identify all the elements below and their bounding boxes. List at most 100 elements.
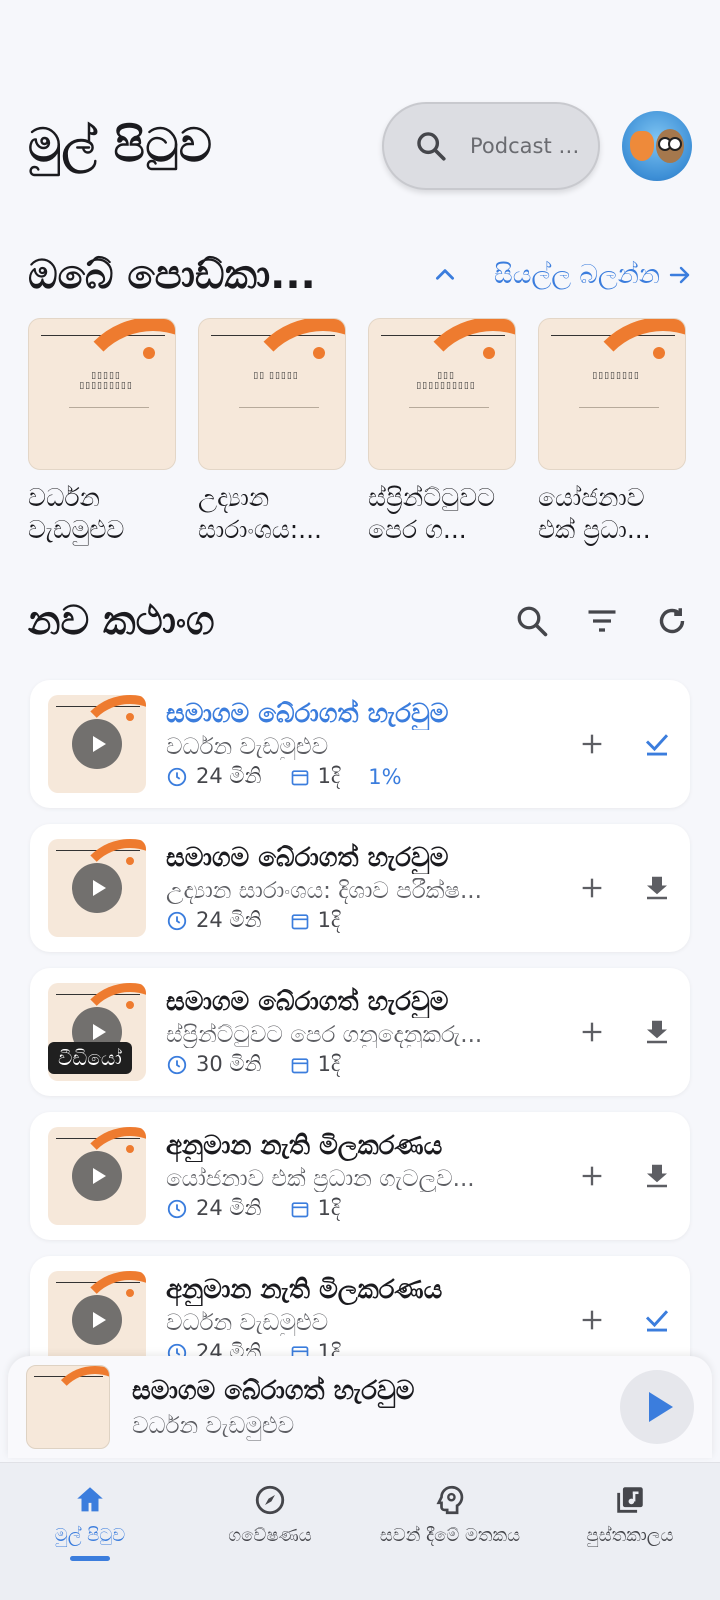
episode-podcast: යෝජනාව එක් ප්‍රධාන ගැටලුව... xyxy=(166,1166,475,1192)
mini-player[interactable]: සමාගම බේරාගත් හැරවුම වර්ධන වැඩමුළුව xyxy=(8,1356,712,1458)
podcast-cover: ▯▯ ▯▯▯▯▯ xyxy=(198,318,346,470)
downloaded-check-icon[interactable] xyxy=(642,1305,672,1335)
mini-player-podcast: වර්ධන වැඩමුළුව xyxy=(132,1412,295,1439)
play-icon[interactable] xyxy=(72,1151,122,1201)
episode-title: සමාගම බේරාගත් හැරවුම xyxy=(166,699,449,729)
see-all-label: සියල්ල බලන්න xyxy=(494,259,660,290)
mini-player-artwork xyxy=(26,1365,110,1449)
add-icon[interactable] xyxy=(578,730,606,758)
add-icon[interactable] xyxy=(578,1162,606,1190)
episode-duration: 24 මිනි xyxy=(196,908,262,932)
episode-row[interactable]: අනුමාන නැති මිලකරණය යෝජනාව එක් ප්‍රධාන ග… xyxy=(30,1112,690,1240)
podcast-card[interactable]: ▯▯▯ ▯▯▯▯▯▯▯▯▯▯ ස්ප්‍රින්ට්ටුවට පෙර ග... xyxy=(368,318,516,546)
nav-home[interactable]: මුල් පිටුව xyxy=(5,1483,175,1600)
podcast-shelf: ▯▯▯▯▯ ▯▯▯▯▯▯▯▯▯ වර්ධන වැඩමුළුව ▯▯ ▯▯▯▯▯ උ… xyxy=(28,318,720,546)
episode-date: 1දි xyxy=(317,1052,341,1076)
episode-title: අනුමාන නැති මිලකරණය xyxy=(166,1131,443,1161)
add-icon[interactable] xyxy=(578,1018,606,1046)
nav-listening-memory[interactable]: සවන් දීමේ මතකය xyxy=(365,1483,535,1600)
arrow-right-icon xyxy=(669,266,690,284)
top-header: මුල් පිටුව Podcast සොයන්න xyxy=(28,100,692,192)
your-podcasts-title: ඔබේ පොඩ්කා... xyxy=(28,252,316,298)
episode-podcast: උද්‍යාන සාරාංශය: දිශාව පරීක්ෂ... xyxy=(166,878,482,904)
episode-row[interactable]: සමාගම බේරාගත් හැරවුම වර්ධන වැඩමුළුව 24 ම… xyxy=(30,680,690,808)
new-episodes-header: නව කථාංග xyxy=(28,586,692,656)
podcast-card[interactable]: ▯▯ ▯▯▯▯▯ උද්‍යාන සාරාංශය:... xyxy=(198,318,346,546)
clock-icon xyxy=(167,767,187,786)
episode-podcast: ස්ප්‍රින්ට්ටුවට පෙර ගනුදෙනුකරු... xyxy=(166,1022,483,1048)
play-icon[interactable] xyxy=(72,1295,122,1345)
avatar[interactable] xyxy=(622,111,692,181)
see-all-link[interactable]: සියල්ල බලන්න xyxy=(494,260,692,291)
episode-title: සමාගම බේරාගත් හැරවුම xyxy=(166,987,449,1017)
new-episodes-title: නව කථාංග xyxy=(28,598,215,644)
podcast-name: වර්ධන වැඩමුළුව xyxy=(28,483,125,544)
episode-duration: 24 මිනි xyxy=(196,764,262,788)
filter-icon xyxy=(588,610,616,632)
episode-duration: 24 මිනි xyxy=(196,1196,262,1220)
episode-row[interactable]: වීඩියෝ සමාගම බේරාගත් හැරවුම ස්ප්‍රින්ට්ට… xyxy=(30,968,690,1096)
add-icon[interactable] xyxy=(578,1306,606,1334)
nav-library[interactable]: පුස්තකාලය xyxy=(545,1483,715,1600)
podcast-cover: ▯▯▯▯▯ ▯▯▯▯▯▯▯▯▯ xyxy=(28,318,176,470)
episode-thumbnail xyxy=(48,1127,146,1225)
video-badge: වීඩියෝ xyxy=(48,1042,132,1074)
memory-icon xyxy=(436,1485,464,1515)
add-icon[interactable] xyxy=(578,874,606,902)
episode-title: අනුමාන නැති මිලකරණය xyxy=(166,1275,443,1305)
play-icon[interactable] xyxy=(72,719,122,769)
nav-explore[interactable]: ගවේෂණය xyxy=(185,1483,355,1600)
calendar-icon xyxy=(291,1201,308,1217)
podcast-cover: ▯▯▯▯▯▯▯▯ xyxy=(538,318,686,470)
your-podcasts-header: ඔබේ පොඩ්කා... සියල්ල බලන්න xyxy=(28,245,692,305)
home-icon xyxy=(77,1487,103,1512)
calendar-icon xyxy=(291,769,308,785)
episode-thumbnail xyxy=(48,695,146,793)
podcast-name: යෝජනාව එක් ප්‍රධා... xyxy=(538,483,651,544)
chevron-up-icon[interactable] xyxy=(432,262,458,288)
podcast-cover: ▯▯▯ ▯▯▯▯▯▯▯▯▯▯ xyxy=(368,318,516,470)
episode-search-button[interactable] xyxy=(512,601,552,641)
play-icon[interactable] xyxy=(72,863,122,913)
nav-label: ගවේෂණය xyxy=(228,1525,312,1546)
search-placeholder: Podcast සොයන්න xyxy=(470,133,582,158)
nav-label: මුල් පිටුව xyxy=(54,1525,126,1546)
downloaded-check-icon[interactable] xyxy=(642,729,672,759)
clock-icon xyxy=(167,1055,187,1074)
search-icon xyxy=(417,132,446,161)
episode-row[interactable]: සමාගම බේරාගත් හැරවුම උද්‍යාන සාරාංශය: දි… xyxy=(30,824,690,952)
download-icon[interactable] xyxy=(642,873,672,903)
mini-player-title: සමාගම බේරාගත් හැරවුම xyxy=(132,1375,415,1406)
download-icon[interactable] xyxy=(642,1161,672,1191)
podcast-card[interactable]: ▯▯▯▯▯▯▯▯ යෝජනාව එක් ප්‍රධා... xyxy=(538,318,686,546)
episode-podcast: වර්ධන වැඩමුළුව xyxy=(166,734,329,760)
episode-date: 1දි xyxy=(317,764,341,788)
library-icon xyxy=(617,1487,643,1513)
refresh-icon xyxy=(659,608,685,634)
episode-date: 1දි xyxy=(317,1196,341,1220)
search-bar[interactable]: Podcast සොයන්න xyxy=(382,102,600,190)
calendar-icon xyxy=(291,913,308,929)
episode-thumbnail xyxy=(48,839,146,937)
refresh-button[interactable] xyxy=(652,601,692,641)
episode-list: සමාගම බේරාගත් හැරවුම වර්ධන වැඩමුළුව 24 ම… xyxy=(30,680,690,1400)
download-icon[interactable] xyxy=(642,1017,672,1047)
episode-progress: 1% xyxy=(368,764,402,789)
owl-illustration xyxy=(656,129,684,163)
page-title: මුල් පිටුව xyxy=(28,118,213,172)
podcast-name: උද්‍යාන සාරාංශය:... xyxy=(198,483,322,544)
mini-player-play-button[interactable] xyxy=(620,1370,694,1444)
episode-duration: 30 මිනි xyxy=(196,1052,262,1076)
header-actions: Podcast සොයන්න xyxy=(382,102,692,190)
nav-label: පුස්තකාලය xyxy=(586,1525,674,1546)
compass-icon xyxy=(255,1485,285,1515)
clock-icon xyxy=(167,1199,187,1218)
episode-title: සමාගම බේරාගත් හැරවුම xyxy=(166,843,449,873)
nav-label: සවන් දීමේ මතකය xyxy=(379,1525,521,1546)
episode-podcast: වර්ධන වැඩමුළුව xyxy=(166,1310,329,1336)
active-indicator xyxy=(70,1556,110,1561)
podcast-card[interactable]: ▯▯▯▯▯ ▯▯▯▯▯▯▯▯▯ වර්ධන වැඩමුළුව xyxy=(28,318,176,546)
calendar-icon xyxy=(291,1057,308,1073)
filter-button[interactable] xyxy=(582,601,622,641)
fox-illustration xyxy=(630,131,654,161)
